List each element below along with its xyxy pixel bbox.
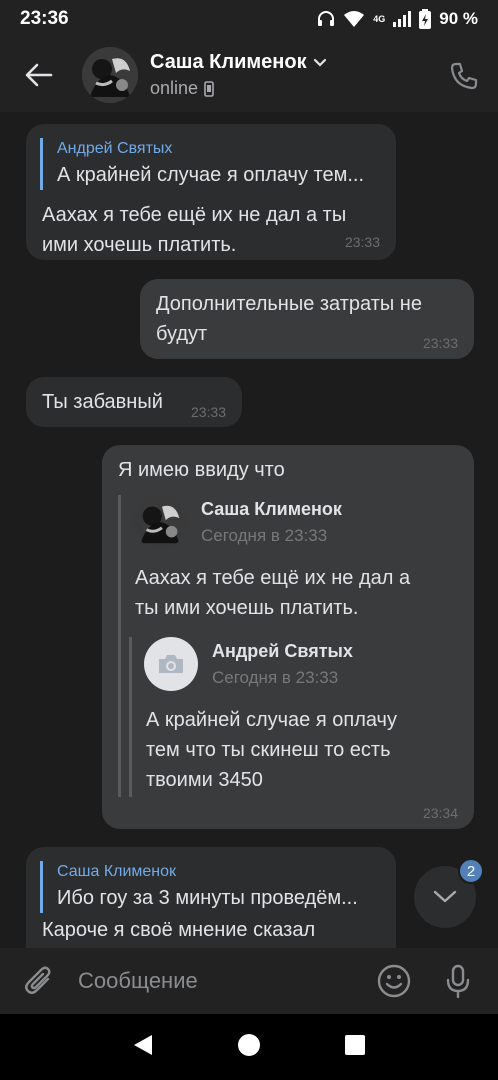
headphones-icon — [317, 10, 335, 28]
nav-home-button[interactable] — [237, 1033, 261, 1062]
camera-icon — [159, 655, 183, 673]
message-text: ими хочешь платить. — [42, 234, 237, 256]
message-text: будут — [156, 323, 208, 345]
forwarded-author: Саша Клименок — [201, 498, 342, 519]
back-button[interactable] — [0, 38, 78, 112]
message-text: Кароче я своё мнение сказал — [42, 919, 316, 941]
forwarded-avatar[interactable] — [133, 495, 187, 549]
reply-quote[interactable]: Саша Клименок Ибо гоу за 3 минуты провед… — [40, 861, 380, 913]
scroll-down-button[interactable]: 2 — [414, 858, 484, 928]
microphone-icon — [446, 964, 470, 999]
camera-placeholder-avatar — [144, 637, 198, 691]
avatar[interactable] — [82, 47, 138, 103]
nav-recents-button[interactable] — [344, 1034, 366, 1061]
arrow-left-icon — [25, 63, 53, 87]
forwarded-date: Сегодня в 23:33 — [201, 525, 328, 545]
forwarded-text: ты ими хочешь платить. — [135, 597, 359, 619]
smile-icon — [377, 964, 411, 998]
nested-forwarded-author: Андрей Святых — [212, 640, 353, 661]
message-text: Дополнительные затраты не — [156, 293, 422, 315]
message-time: 23:33 — [190, 404, 226, 420]
header-info[interactable]: Саша Клименок online — [150, 51, 327, 99]
battery-icon — [419, 9, 432, 29]
message-time: 23:33 — [344, 234, 380, 250]
unread-badge: 2 — [458, 858, 484, 884]
square-recents-icon — [345, 1034, 366, 1055]
message-time: 23:33 — [422, 335, 458, 351]
nav-back-button[interactable] — [132, 1033, 154, 1062]
nested-forwarded-text: твоими 3450 — [146, 769, 263, 791]
reply-text: А крайней случае я оплачу тем... — [57, 164, 365, 186]
message-input[interactable] — [78, 968, 358, 994]
contact-status: online — [150, 78, 199, 98]
attach-button[interactable] — [0, 948, 78, 1014]
message-bubble-incoming[interactable]: Ты забавный 23:33 — [26, 377, 242, 427]
mobile-device-icon — [204, 80, 214, 97]
system-nav-bar — [0, 1014, 498, 1080]
nested-forwarded-text: А крайней случае я оплачу — [146, 709, 397, 731]
message-list[interactable]: Андрей Святых А крайней случае я оплачу … — [0, 112, 498, 948]
message-text: Я имею ввиду что — [118, 459, 285, 481]
chevron-down-icon — [313, 58, 326, 67]
reply-author: Андрей Святых — [57, 140, 173, 157]
network-type: 4G — [373, 14, 386, 24]
message-text: Ты забавный — [42, 391, 163, 413]
message-time: 23:34 — [422, 805, 458, 821]
chevron-down-icon — [433, 890, 457, 903]
status-time: 23:36 — [20, 8, 69, 29]
message-text: Аахах я тебе ещё их не дал а ты — [42, 204, 347, 226]
emoji-button[interactable] — [376, 963, 412, 999]
circle-home-icon — [237, 1033, 260, 1056]
nested-forwarded-text: тем что ты скинеш то есть — [146, 739, 391, 761]
chat-header: Саша Клименок online — [0, 38, 498, 112]
nested-forwarded-date: Сегодня в 23:33 — [212, 667, 339, 687]
voice-message-button[interactable] — [440, 963, 476, 999]
reply-author: Саша Клименок — [57, 863, 177, 880]
wifi-icon — [343, 10, 365, 28]
phone-icon — [450, 62, 478, 90]
battery-percent: 90 % — [439, 9, 478, 28]
contact-name: Саша Клименок — [150, 51, 307, 73]
reply-quote[interactable]: Андрей Святых А крайней случае я оплачу … — [40, 138, 380, 190]
paperclip-icon — [25, 966, 51, 994]
message-bubble-outgoing[interactable]: Я имею ввиду что Саша Клименок Сегодня в… — [102, 445, 474, 829]
forwarded-text: Аахах я тебе ещё их не дал а — [135, 567, 411, 589]
reply-text: Ибо гоу за 3 минуты проведём... — [57, 887, 358, 909]
forwarded-message[interactable]: Саша Клименок Сегодня в 23:33 Аахах я те… — [118, 495, 458, 797]
message-bubble-outgoing[interactable]: Дополнительные затраты не будут 23:33 — [140, 279, 474, 359]
message-bubble-incoming[interactable]: Саша Клименок Ибо гоу за 3 минуты провед… — [26, 847, 396, 948]
status-bar: 23:36 4G 90 % — [0, 0, 498, 38]
status-icons: 4G 90 % — [317, 9, 478, 29]
message-bubble-incoming[interactable]: Андрей Святых А крайней случае я оплачу … — [26, 124, 396, 260]
call-button[interactable] — [448, 60, 480, 92]
nested-forwarded-message[interactable]: Андрей Святых Сегодня в 23:33 А крайней … — [129, 637, 445, 797]
message-composer — [0, 948, 498, 1014]
signal-icon — [393, 11, 412, 27]
triangle-back-icon — [133, 1034, 152, 1055]
